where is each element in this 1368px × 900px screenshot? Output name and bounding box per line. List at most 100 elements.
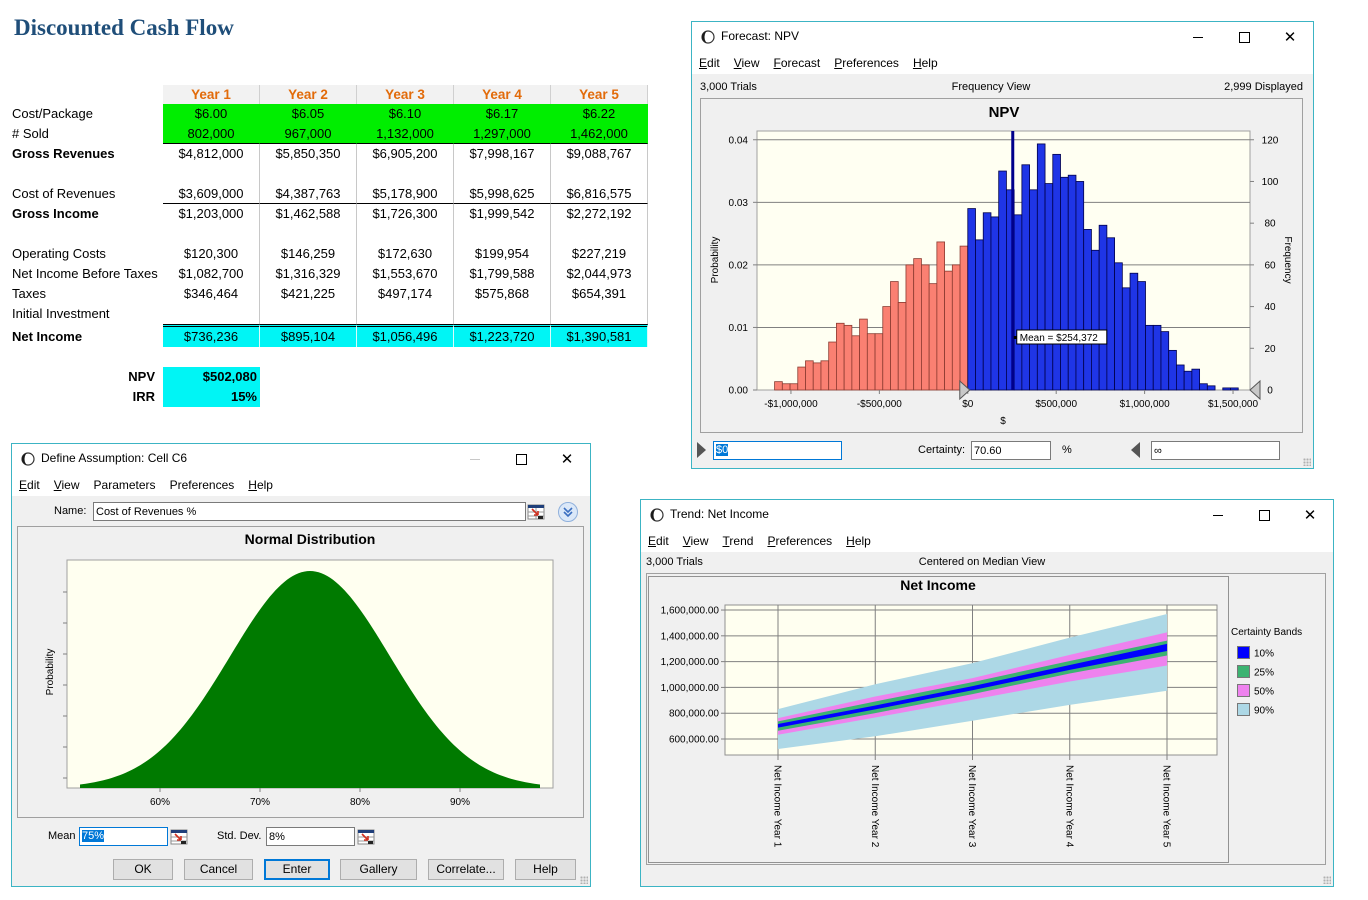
sheet-cell[interactable]: 967,000 (260, 124, 357, 144)
row-label[interactable]: Net Income (12, 324, 163, 347)
row-label[interactable]: Net Income Before Taxes (12, 264, 163, 284)
row-label[interactable]: # Sold (12, 124, 163, 144)
cell-reference-icon[interactable] (170, 828, 188, 846)
assumption-name-input[interactable] (93, 502, 526, 521)
sheet-cell[interactable] (551, 304, 648, 324)
gallery-button[interactable]: Gallery (340, 859, 417, 880)
view-mode-label[interactable]: Frequency View (952, 80, 1031, 94)
menu-view[interactable]: View (734, 56, 760, 70)
sheet-cell[interactable] (163, 224, 260, 244)
lower-bound-grabber-icon[interactable] (697, 442, 706, 458)
std-dev-input[interactable] (266, 827, 355, 846)
close-button[interactable]: ✕ (1267, 22, 1313, 52)
certainty-input[interactable] (971, 441, 1051, 460)
sheet-cell[interactable]: 1,132,000 (357, 124, 454, 144)
sheet-cell[interactable]: $4,812,000 (163, 144, 260, 164)
sheet-cell[interactable]: $3,609,000 (163, 184, 260, 204)
close-button[interactable]: ✕ (1287, 500, 1333, 530)
sheet-cell[interactable]: 1,297,000 (454, 124, 551, 144)
menu-help[interactable]: Help (248, 478, 273, 492)
menu-parameters[interactable]: Parameters (94, 478, 156, 492)
sheet-cell[interactable]: $654,391 (551, 284, 648, 304)
title-bar[interactable]: Forecast: NPV ✕ (692, 22, 1313, 52)
menu-view[interactable]: View (683, 534, 709, 548)
minimize-button[interactable] (1175, 22, 1221, 52)
sheet-cell[interactable]: $1,203,000 (163, 204, 260, 224)
npv-value[interactable]: $502,080 (163, 367, 260, 387)
row-label[interactable]: Initial Investment (12, 304, 163, 324)
sheet-cell[interactable] (260, 304, 357, 324)
irr-value[interactable]: 15% (163, 387, 260, 407)
close-button[interactable]: ✕ (544, 444, 590, 474)
sheet-cell[interactable] (163, 164, 260, 184)
sheet-cell[interactable]: $1,316,329 (260, 264, 357, 284)
sheet-cell[interactable]: 802,000 (163, 124, 260, 144)
menu-help[interactable]: Help (913, 56, 938, 70)
upper-certainty-marker-icon[interactable] (1249, 379, 1261, 401)
sheet-cell[interactable]: $172,630 (357, 244, 454, 264)
menu-trend[interactable]: Trend (723, 534, 754, 548)
title-bar[interactable]: Define Assumption: Cell C6 ✕ (12, 444, 590, 474)
sheet-cell[interactable]: $6,816,575 (551, 184, 648, 204)
row-label[interactable]: Taxes (12, 284, 163, 304)
sheet-cell[interactable]: $346,464 (163, 284, 260, 304)
sheet-cell[interactable]: $5,998,625 (454, 184, 551, 204)
correlate-button[interactable]: Correlate... (428, 859, 504, 880)
maximize-button[interactable] (498, 444, 544, 474)
sheet-cell[interactable]: $5,850,350 (260, 144, 357, 164)
sheet-cell[interactable]: $120,300 (163, 244, 260, 264)
sheet-cell[interactable]: $1,390,581 (551, 324, 648, 347)
sheet-cell[interactable]: $2,044,973 (551, 264, 648, 284)
sheet-cell[interactable]: $1,462,588 (260, 204, 357, 224)
sheet-cell[interactable] (260, 164, 357, 184)
upper-bound-input[interactable] (1151, 441, 1280, 460)
menu-forecast[interactable]: Forecast (774, 56, 821, 70)
ok-button[interactable]: OK (113, 859, 173, 880)
sheet-cell[interactable] (357, 304, 454, 324)
sheet-cell[interactable]: $421,225 (260, 284, 357, 304)
lower-bound-input[interactable]: $0 (713, 441, 842, 460)
sheet-cell[interactable]: $1,999,542 (454, 204, 551, 224)
sheet-cell[interactable]: $4,387,763 (260, 184, 357, 204)
sheet-cell[interactable]: $6.00 (163, 104, 260, 124)
row-label[interactable]: Gross Income (12, 204, 163, 224)
sheet-cell[interactable]: $1,726,300 (357, 204, 454, 224)
sheet-cell[interactable] (357, 164, 454, 184)
sheet-cell[interactable]: $199,954 (454, 244, 551, 264)
menu-preferences[interactable]: Preferences (767, 534, 832, 548)
resize-grip[interactable] (580, 876, 588, 884)
menu-edit[interactable]: Edit (19, 478, 40, 492)
sheet-cell[interactable]: 1,462,000 (551, 124, 648, 144)
cell-reference-icon[interactable] (357, 828, 375, 846)
menu-preferences[interactable]: Preferences (834, 56, 899, 70)
sheet-cell[interactable]: $575,868 (454, 284, 551, 304)
row-label[interactable]: Cost/Package (12, 104, 163, 124)
sheet-cell[interactable]: $497,174 (357, 284, 454, 304)
upper-bound-grabber-icon[interactable] (1131, 442, 1140, 458)
column-header[interactable]: Year 2 (260, 85, 357, 104)
sheet-cell[interactable] (551, 164, 648, 184)
menu-help[interactable]: Help (846, 534, 871, 548)
sheet-cell[interactable] (260, 224, 357, 244)
view-mode-label[interactable]: Centered on Median View (919, 555, 1045, 569)
sheet-cell[interactable]: $1,082,700 (163, 264, 260, 284)
mean-input[interactable]: 75% (79, 827, 168, 846)
cell-reference-icon[interactable] (527, 503, 545, 521)
resize-grip[interactable] (1323, 876, 1331, 884)
sheet-cell[interactable]: $6.17 (454, 104, 551, 124)
menu-edit[interactable]: Edit (699, 56, 720, 70)
sheet-cell[interactable] (454, 304, 551, 324)
sheet-cell[interactable]: $5,178,900 (357, 184, 454, 204)
sheet-cell[interactable] (454, 224, 551, 244)
minimize-button[interactable] (1195, 500, 1241, 530)
menu-view[interactable]: View (54, 478, 80, 492)
row-label[interactable]: Operating Costs (12, 244, 163, 264)
sheet-cell[interactable]: $2,272,192 (551, 204, 648, 224)
resize-grip[interactable] (1303, 458, 1311, 466)
row-label[interactable] (12, 164, 163, 184)
sheet-cell[interactable] (454, 164, 551, 184)
maximize-button[interactable] (1221, 22, 1267, 52)
row-label[interactable] (12, 224, 163, 244)
column-header[interactable]: Year 1 (163, 85, 260, 104)
cancel-button[interactable]: Cancel (184, 859, 253, 880)
